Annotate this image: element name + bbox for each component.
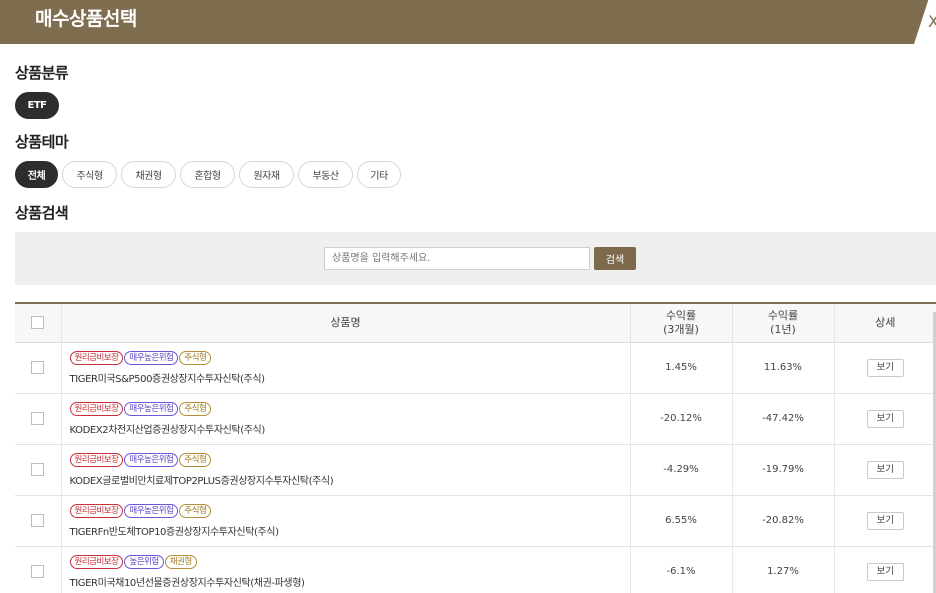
header-return-3m: 수익률 (3개월) [629,302,732,343]
row-checkbox[interactable] [31,463,45,476]
badge-group: 원리금비보장 매우높은위험 주식형 [69,503,630,520]
view-detail-button[interactable]: 보기 [866,409,904,428]
return-3m-value: -4.29% [629,444,732,496]
header-return-3m-period: (3개월) [663,322,699,336]
theme-chip[interactable]: 기타 [357,161,401,188]
table-body: 원리금비보장 매우높은위험 주식형 TIGER미국S&P500증권상장지수투자신탁(주… [15,342,936,593]
view-detail-button[interactable]: 보기 [866,562,904,581]
table-row[interactable]: 원리금비보장 매우높은위험 주식형 KODEX2차전지산업증권상장지수투자신탁(주식)… [15,393,936,445]
theme-chip[interactable]: 혼합형 [180,161,235,188]
row-checkbox[interactable] [31,361,45,374]
product-name-cell: 원리금비보장 높은위험 채권형 TIGER미국채10년선물증권상장지수투자신탁(채권-… [60,546,630,593]
table-row[interactable]: 원리금비보장 높은위험 채권형 TIGER미국채10년선물증권상장지수투자신탁(채권-… [15,546,936,593]
search-title: 상품검색 [15,204,69,222]
close-icon[interactable]: X [928,12,936,31]
risk-badge: 주식형 [179,350,212,365]
detail-cell: 보기 [833,546,936,593]
search-button[interactable]: 검색 [594,247,636,270]
table-row[interactable]: 원리금비보장 매우높은위험 주식형 TIGERFn반도체TOP10증권상장지수투자신탁… [15,495,936,547]
badge-group: 원리금비보장 매우높은위험 주식형 [69,452,630,469]
product-name-cell: 원리금비보장 매우높은위험 주식형 KODEX글로벌비만치료제TOP2PLUS증권상장… [60,444,630,496]
detail-cell: 보기 [833,444,936,496]
product-name-cell: 원리금비보장 매우높은위험 주식형 TIGERFn반도체TOP10증권상장지수투자신탁… [60,495,630,547]
row-select-cell [15,393,61,445]
risk-badge: 매우높은위험 [124,350,179,365]
view-detail-button[interactable]: 보기 [866,358,904,377]
category-title: 상품분류 [15,64,69,82]
return-3m-value: 1.45% [629,342,732,394]
return-1y-value: -19.79% [731,444,834,496]
badge-group: 원리금비보장 매우높은위험 주식형 [69,350,630,367]
risk-badge: 주식형 [179,452,212,467]
header-return-1y: 수익률 (1년) [731,302,834,343]
return-3m-value: -20.12% [629,393,732,445]
badge-group: 원리금비보장 높은위험 채권형 [69,554,630,571]
risk-badge: 원리금비보장 [69,350,124,365]
header-product-name: 상품명 [60,302,630,343]
risk-badge: 원리금비보장 [69,554,124,569]
row-select-cell [15,495,61,547]
theme-chip[interactable]: 주식형 [62,161,117,188]
header-return-1y-label: 수익률 [767,308,799,322]
badge-group: 원리금비보장 매우높은위험 주식형 [69,401,630,418]
product-table: 상품명 수익률 (3개월) 수익률 (1년) 상세 원리금비보장 매우높은위험 주식… [15,302,936,593]
category-chip-group: ETF [15,92,915,120]
risk-badge: 원리금비보장 [69,452,124,467]
product-name[interactable]: TIGER미국채10년선물증권상장지수투자신탁(채권-파생형) [70,574,630,589]
risk-badge: 원리금비보장 [69,401,124,416]
category-chip[interactable]: ETF [15,92,59,119]
select-all-checkbox[interactable] [31,316,45,330]
product-name[interactable]: KODEX2차전지산업증권상장지수투자신탁(주식) [70,421,630,436]
theme-chip[interactable]: 전체 [15,161,58,188]
product-name-cell: 원리금비보장 매우높은위험 주식형 TIGER미국S&P500증권상장지수투자신탁(주… [60,342,630,394]
return-1y-value: -47.42% [731,393,834,445]
detail-cell: 보기 [833,393,936,445]
row-select-cell [15,546,61,593]
risk-badge: 채권형 [164,554,197,569]
detail-cell: 보기 [833,495,936,547]
risk-badge: 높은위험 [124,554,164,569]
theme-chip[interactable]: 원자재 [239,161,294,188]
table-header-row: 상품명 수익률 (3개월) 수익률 (1년) 상세 [15,302,936,343]
theme-chip[interactable]: 채권형 [121,161,176,188]
return-1y-value: 11.63% [731,342,834,394]
row-checkbox[interactable] [31,565,45,578]
select-all-cell [15,302,61,343]
row-checkbox[interactable] [31,412,45,425]
view-detail-button[interactable]: 보기 [866,460,904,479]
risk-badge: 매우높은위험 [124,503,179,518]
theme-chip[interactable]: 부동산 [298,161,353,188]
product-name[interactable]: KODEX글로벌비만치료제TOP2PLUS증권상장지수투자신탁(주식) [70,472,630,487]
search-panel: 검색 [15,232,936,285]
theme-title: 상품테마 [15,133,69,151]
view-detail-button[interactable]: 보기 [866,511,904,530]
header-return-3m-label: 수익률 [665,308,697,322]
table-row[interactable]: 원리금비보장 매우높은위험 주식형 TIGER미국S&P500증권상장지수투자신탁(주… [15,342,936,394]
row-select-cell [15,444,61,496]
return-3m-value: 6.55% [629,495,732,547]
row-select-cell [15,342,61,394]
theme-chip-group: 전체 주식형 채권형 혼합형 원자재 부동산 기타 [15,161,915,189]
return-1y-value: 1.27% [731,546,834,593]
product-name-cell: 원리금비보장 매우높은위험 주식형 KODEX2차전지산업증권상장지수투자신탁(주식) [60,393,630,445]
table-row[interactable]: 원리금비보장 매우높은위험 주식형 KODEX글로벌비만치료제TOP2PLUS증권상장… [15,444,936,496]
search-input[interactable] [324,247,590,270]
header-bar: 매수상품선택 [0,0,936,44]
product-name[interactable]: TIGER미국S&P500증권상장지수투자신탁(주식) [70,370,630,385]
risk-badge: 주식형 [179,503,212,518]
product-name[interactable]: TIGERFn반도체TOP10증권상장지수투자신탁(주식) [70,523,630,538]
row-checkbox[interactable] [31,514,45,527]
page-title: 매수상품선택 [35,8,137,30]
risk-badge: 주식형 [179,401,212,416]
return-1y-value: -20.82% [731,495,834,547]
detail-cell: 보기 [833,342,936,394]
header-return-1y-period: (1년) [770,322,796,336]
risk-badge: 원리금비보장 [69,503,124,518]
risk-badge: 매우높은위험 [124,401,179,416]
return-3m-value: -6.1% [629,546,732,593]
header-detail: 상세 [833,302,936,343]
risk-badge: 매우높은위험 [124,452,179,467]
